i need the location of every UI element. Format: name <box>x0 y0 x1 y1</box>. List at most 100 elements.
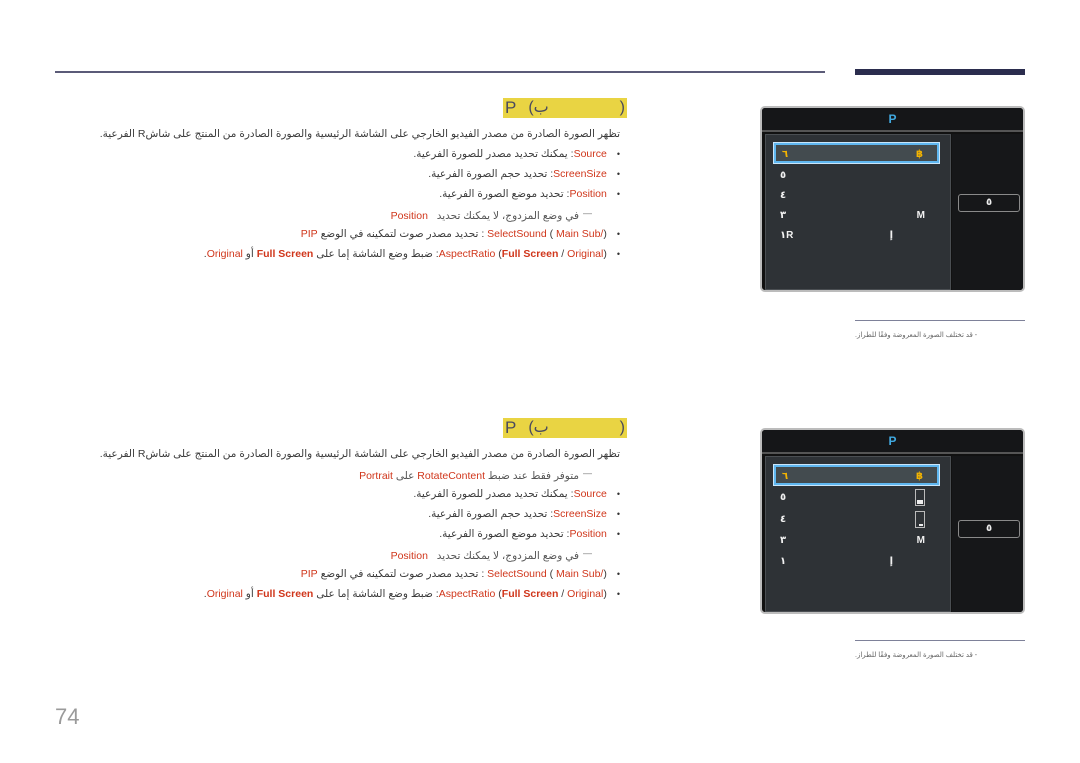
opt-orig-2: Original <box>206 588 243 600</box>
term: AspectRatio <box>438 248 496 260</box>
osd-list: ٦ ฿ ٥ ٤ ٣M ١إ <box>765 456 951 612</box>
desc: : تحديد مصدر صوت لتمكينه في الوضع <box>320 568 485 580</box>
note-term: RotateContent <box>417 470 485 482</box>
position-note: في وضع المزدوج، لا يمكنك تحديد Position <box>391 208 592 222</box>
side-note: - قد تختلف الصورة المعروضة وفقًا للطراز. <box>855 652 978 659</box>
osd-item[interactable]: ٥ <box>774 166 939 186</box>
or: أو <box>245 588 254 600</box>
note-text: في وضع المزدوج، لا يمكنك تحديد <box>436 550 579 562</box>
osd-item-label: ٤ <box>780 190 787 201</box>
item-selectsound: SelectSound ( Main Sub/) : تحديد مصدر صو… <box>301 228 620 240</box>
note-on: على <box>395 470 415 482</box>
osd-item-value: M <box>916 210 925 221</box>
term: Position <box>569 528 607 540</box>
opt-sub: Sub/ <box>581 228 604 240</box>
osd-item-value: M <box>916 535 925 546</box>
side-note-rule <box>855 640 1025 641</box>
heading-close: ) <box>619 419 625 436</box>
desc: : ضبط وضع الشاشة إما على <box>316 248 439 260</box>
paren: ) <box>603 568 607 580</box>
osd-item[interactable]: ١R إ <box>774 226 939 246</box>
osd-item[interactable]: ٤ <box>774 510 939 530</box>
osd-item-label: ٣ <box>780 535 787 546</box>
desc: : ضبط وضع الشاشة إما على <box>316 588 439 600</box>
osd-item[interactable]: ٦ ฿ <box>773 464 940 486</box>
pip-term: PIP <box>300 568 318 580</box>
header-accent-bar <box>855 69 1025 75</box>
item-selectsound: SelectSound ( Main Sub/) : تحديد مصدر صو… <box>301 568 620 580</box>
opt-orig-2: Original <box>206 248 243 260</box>
term: Position <box>569 188 607 200</box>
heading-letter: P <box>505 98 517 117</box>
heading-open: (ب <box>528 99 549 116</box>
osd-side-button[interactable]: ٥ <box>958 520 1020 538</box>
term: ScreenSize <box>553 168 607 180</box>
term: Source <box>573 148 607 160</box>
osd-item-value: ฿ <box>916 149 923 160</box>
sep: / <box>558 588 568 600</box>
osd-title: P <box>762 108 1023 132</box>
item-source: Source: يمكنك تحديد مصدر للصورة الفرعية. <box>413 148 620 160</box>
screen-size-large-icon <box>915 489 925 506</box>
header-rule <box>55 71 825 73</box>
osd-menu: P ٦ ฿ ٥ ٤ ٣M ١إ ٥ <box>760 428 1025 614</box>
osd-item-label: ٦ <box>782 149 789 160</box>
osd-item-value: إ <box>889 230 893 241</box>
osd-item[interactable]: ٦ ฿ <box>773 142 940 164</box>
osd-item-label: ٥ <box>780 492 787 503</box>
osd-item-label: ٤ <box>780 514 787 525</box>
osd-item-label: ٥ <box>780 170 787 181</box>
position-note: في وضع المزدوج، لا يمكنك تحديد Position <box>391 548 592 562</box>
screen-size-small-icon <box>915 511 925 528</box>
opt-full-2: Full Screen <box>256 248 314 260</box>
osd-item[interactable]: ٣M <box>774 206 939 226</box>
osd-item[interactable]: ٣M <box>774 531 939 551</box>
opt-full: Full Screen <box>501 588 559 600</box>
item-screensize: ScreenSize: تحديد حجم الصورة الفرعية. <box>428 508 620 520</box>
osd-title: P <box>762 430 1023 454</box>
page-number: 74 <box>55 704 80 729</box>
osd-preview-pane <box>952 134 1023 290</box>
osd-item-label: ٦ <box>782 471 789 482</box>
item-aspectratio: AspectRatio (Full Screen / Original): ضب… <box>204 588 620 600</box>
opt-full-2: Full Screen <box>256 588 314 600</box>
desc: : تحديد حجم الصورة الفرعية. <box>428 168 554 180</box>
osd-item-label: ١ <box>780 556 787 567</box>
pip-term: PIP <box>300 228 318 240</box>
term: AspectRatio <box>438 588 496 600</box>
desc: : تحديد موضع الصورة الفرعية. <box>439 528 570 540</box>
term: SelectSound <box>487 568 547 580</box>
osd-item-label: ١R <box>780 230 794 241</box>
item-position: Position: تحديد موضع الصورة الفرعية. <box>439 188 620 200</box>
desc: : تحديد مصدر صوت لتمكينه في الوضع <box>320 228 485 240</box>
term: Source <box>573 488 607 500</box>
osd-item[interactable]: ٥ <box>774 488 939 508</box>
osd-item-label: ٣ <box>780 210 787 221</box>
osd-item[interactable]: ١إ <box>774 552 939 572</box>
term: SelectSound <box>487 228 547 240</box>
heading-letter: P <box>505 418 517 437</box>
desc: : يمكنك تحديد مصدر للصورة الفرعية. <box>413 148 574 160</box>
item-screensize: ScreenSize: تحديد حجم الصورة الفرعية. <box>428 168 620 180</box>
osd-item-value: ฿ <box>916 471 923 482</box>
section-heading: P (ب ) <box>503 418 627 438</box>
item-source: Source: يمكنك تحديد مصدر للصورة الفرعية. <box>413 488 620 500</box>
heading-open: (ب <box>528 419 549 436</box>
osd-item-value: إ <box>889 556 893 567</box>
item-position: Position: تحديد موضع الصورة الفرعية. <box>439 528 620 540</box>
section-heading: P (ب ) <box>503 98 627 118</box>
side-note-rule <box>855 320 1025 321</box>
desc: : يمكنك تحديد مصدر للصورة الفرعية. <box>413 488 574 500</box>
desc: : تحديد موضع الصورة الفرعية. <box>439 188 570 200</box>
opt-sub: Sub/ <box>581 568 604 580</box>
side-note: - قد تختلف الصورة المعروضة وفقًا للطراز. <box>855 332 978 339</box>
osd-item[interactable]: ٤ <box>774 186 939 206</box>
note-text: متوفر فقط عند ضبط <box>487 470 579 482</box>
osd-side-button[interactable]: ٥ <box>958 194 1020 212</box>
sep: / <box>558 248 568 260</box>
desc: : تحديد حجم الصورة الفرعية. <box>428 508 554 520</box>
opt-orig: Original <box>567 248 604 260</box>
paren: ) <box>603 228 607 240</box>
opt-main: Main <box>556 568 579 580</box>
paren: ( <box>549 568 554 580</box>
